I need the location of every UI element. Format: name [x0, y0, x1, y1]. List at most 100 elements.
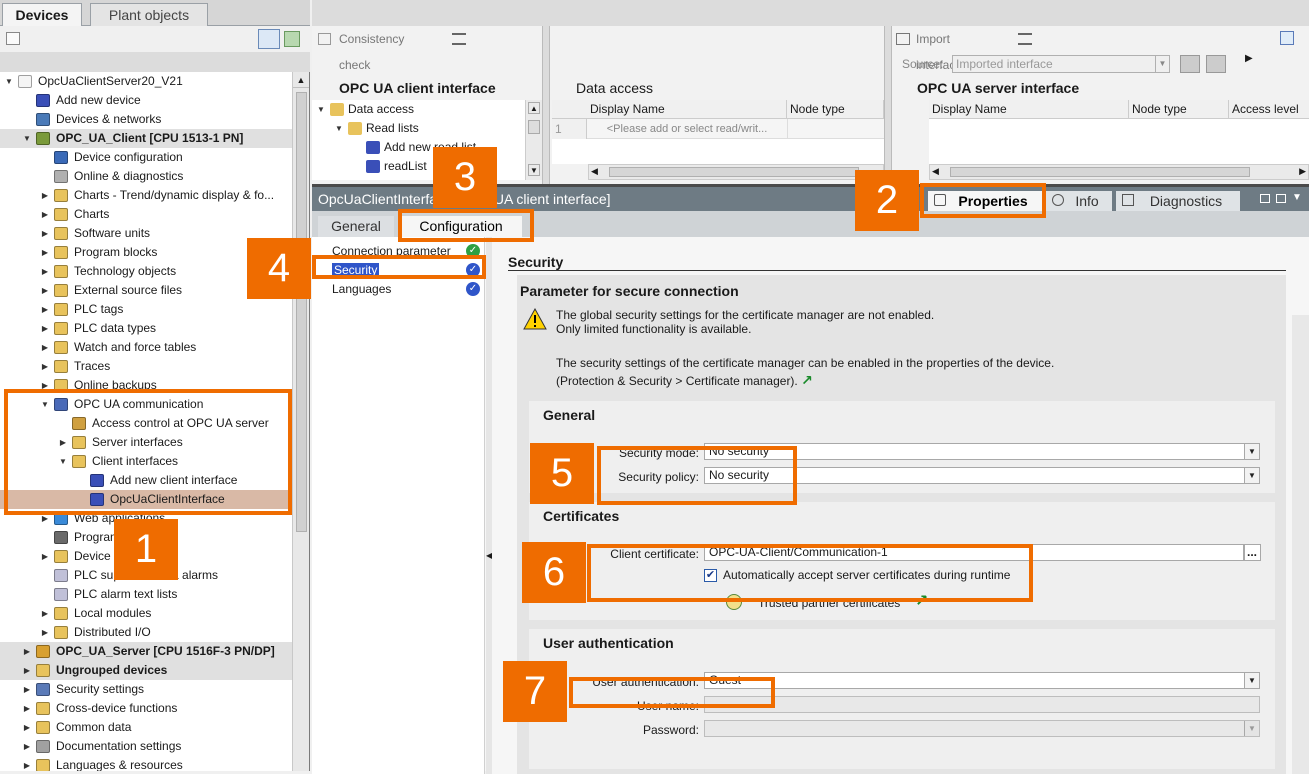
server-hscroll[interactable]: ◀ ▶ [929, 164, 1309, 180]
expand-closed-icon[interactable]: ▶ [22, 661, 32, 680]
scroll-down-icon[interactable]: ▼ [528, 164, 540, 176]
expand-closed-icon[interactable]: ▶ [22, 699, 32, 718]
tree-item[interactable]: Devices & networks [0, 110, 292, 129]
goto-arrow-icon[interactable]: ↗ [801, 372, 813, 388]
tree-item[interactable]: ▶ Cross-device functions [0, 699, 292, 718]
expand-closed-icon[interactable]: ▶ [40, 338, 50, 357]
expand-closed-icon[interactable]: ▶ [40, 243, 50, 262]
password-dropdown[interactable]: ▼ [704, 720, 1260, 737]
tree-item[interactable]: Device configuration [0, 148, 292, 167]
client-tree-item[interactable]: ▼ Read lists [312, 119, 525, 138]
export-action-icon[interactable] [1206, 55, 1226, 73]
expand-closed-icon[interactable]: ▶ [40, 224, 50, 243]
tree-item[interactable]: ▶ Common data [0, 718, 292, 737]
scroll-left-icon[interactable]: ◀ [932, 166, 939, 177]
browse-button[interactable]: ... [1244, 544, 1261, 561]
expand-closed-icon[interactable]: ▶ [40, 357, 50, 376]
tree-item[interactable]: ▶ Traces [0, 357, 292, 376]
list-icon[interactable] [452, 33, 466, 45]
chevron-down-icon[interactable]: ▼ [1292, 192, 1302, 203]
tree-item[interactable]: ▶ Local modules [0, 604, 292, 623]
expand-closed-icon[interactable]: ▶ [40, 186, 50, 205]
tree-item[interactable]: ▶ Security settings [0, 680, 292, 699]
scroll-left-icon[interactable]: ◀ [591, 166, 598, 177]
tab-info[interactable]: Info [1046, 191, 1112, 211]
tree-item[interactable]: Online & diagnostics [0, 167, 292, 186]
column-node-type[interactable]: Node type [1129, 100, 1229, 119]
client-tree-scrollbar[interactable]: ▲ ▼ [525, 100, 542, 180]
tree-item[interactable]: ▶ Watch and force tables [0, 338, 292, 357]
tree-view-icon[interactable] [6, 32, 20, 45]
column-display-name[interactable]: Display Name [929, 100, 1129, 119]
tab-general[interactable]: General [318, 216, 394, 237]
tree-item[interactable]: ▼ OpcUaClientServer20_V21 [0, 72, 292, 91]
user-authentication-dropdown[interactable]: Guest ▼ [704, 672, 1260, 689]
overview-icon[interactable] [258, 29, 280, 49]
tab-devices[interactable]: Devices [2, 3, 82, 27]
minimize-icon[interactable] [1276, 194, 1286, 203]
scroll-thumb[interactable] [609, 167, 859, 177]
tree-item[interactable]: ▶ Documentation settings [0, 737, 292, 756]
column-access-level[interactable]: Access level [1229, 100, 1309, 119]
scroll-thumb[interactable] [950, 167, 1250, 177]
scroll-thumb[interactable] [296, 92, 307, 532]
column-node-type[interactable]: Node type [787, 100, 884, 119]
list-icon-right[interactable] [1018, 33, 1032, 45]
tree-item[interactable]: ▼ OPC_UA_Client [CPU 1513-1 PN] [0, 129, 292, 148]
window-icon[interactable] [1280, 31, 1294, 45]
expand-closed-icon[interactable]: ▶ [22, 680, 32, 699]
expand-closed-icon[interactable]: ▶ [22, 642, 32, 661]
user-name-input[interactable] [704, 696, 1260, 713]
tree-item[interactable]: Add new device [0, 91, 292, 110]
scroll-thumb[interactable] [528, 120, 540, 134]
expand-closed-icon[interactable]: ▶ [22, 718, 32, 737]
column-display-name[interactable]: Display Name [587, 100, 787, 119]
scroll-up-icon[interactable]: ▲ [293, 72, 309, 88]
content-scrollbar[interactable] [1292, 315, 1309, 774]
expand-open-icon[interactable]: ▼ [4, 72, 14, 91]
data-access-placeholder[interactable]: <Please add or select read/writ... [587, 119, 787, 139]
tree-item[interactable]: ▶ Ungrouped devices [0, 661, 292, 680]
expand-closed-icon[interactable]: ▶ [22, 737, 32, 756]
expand-closed-icon[interactable]: ▶ [40, 281, 50, 300]
expand-closed-icon[interactable]: ▶ [40, 205, 50, 224]
callout-1: 1 [114, 519, 178, 580]
node-type-cell[interactable] [787, 119, 884, 139]
float-window-icon[interactable] [1260, 194, 1270, 203]
nav-item[interactable]: Languages ✓ [312, 280, 485, 299]
expand-closed-icon[interactable]: ▶ [22, 756, 32, 771]
tree-item[interactable]: ▶ OPC_UA_Server [CPU 1516F-3 PN/DP] [0, 642, 292, 661]
chevron-down-icon: ▼ [1155, 56, 1169, 72]
project-icon [18, 75, 32, 88]
source-dropdown[interactable]: Imported interface ▼ [952, 55, 1170, 73]
tree-item[interactable]: ▶ PLC tags [0, 300, 292, 319]
expand-closed-icon[interactable]: ▶ [40, 623, 50, 642]
scroll-right-icon[interactable]: ▶ [1299, 166, 1306, 177]
client-tree-item[interactable]: ▼ Data access [312, 100, 525, 119]
tree-item[interactable]: ▶ PLC data types [0, 319, 292, 338]
tree-item[interactable]: ▶ Distributed I/O [0, 623, 292, 642]
tab-diagnostics[interactable]: Diagnostics [1116, 191, 1240, 211]
tree-item[interactable]: ▶ Charts - Trend/dynamic display & fo... [0, 186, 292, 205]
tab-plant-objects[interactable]: Plant objects [90, 3, 208, 26]
expand-closed-icon[interactable]: ▶ [40, 262, 50, 281]
sync-icon[interactable] [284, 31, 300, 47]
arrow-right-icon[interactable]: ▶ [1245, 53, 1253, 64]
expand-closed-icon[interactable]: ▶ [40, 604, 50, 623]
scroll-up-icon[interactable]: ▲ [528, 102, 540, 114]
expand-open-icon[interactable]: ▼ [316, 100, 326, 119]
expand-open-icon[interactable]: ▼ [334, 119, 344, 138]
tree-item[interactable]: PLC alarm text lists [0, 585, 292, 604]
project-tree-scrollbar[interactable]: ▲ [292, 72, 309, 771]
expand-closed-icon[interactable]: ▶ [40, 319, 50, 338]
expand-closed-icon[interactable]: ▶ [40, 547, 50, 566]
import-action-icon[interactable] [1180, 55, 1200, 73]
tree-item[interactable]: ▶ Charts [0, 205, 292, 224]
expand-open-icon[interactable]: ▼ [22, 129, 32, 148]
editor-splitter-left[interactable] [542, 26, 550, 184]
data-access-hscroll[interactable]: ◀ [588, 164, 884, 180]
client-interface-title: OPC UA client interface [339, 80, 496, 96]
expand-closed-icon[interactable]: ▶ [40, 300, 50, 319]
tree-item[interactable]: ▶ Languages & resources [0, 756, 292, 771]
editor-splitter-right[interactable] [884, 26, 892, 184]
